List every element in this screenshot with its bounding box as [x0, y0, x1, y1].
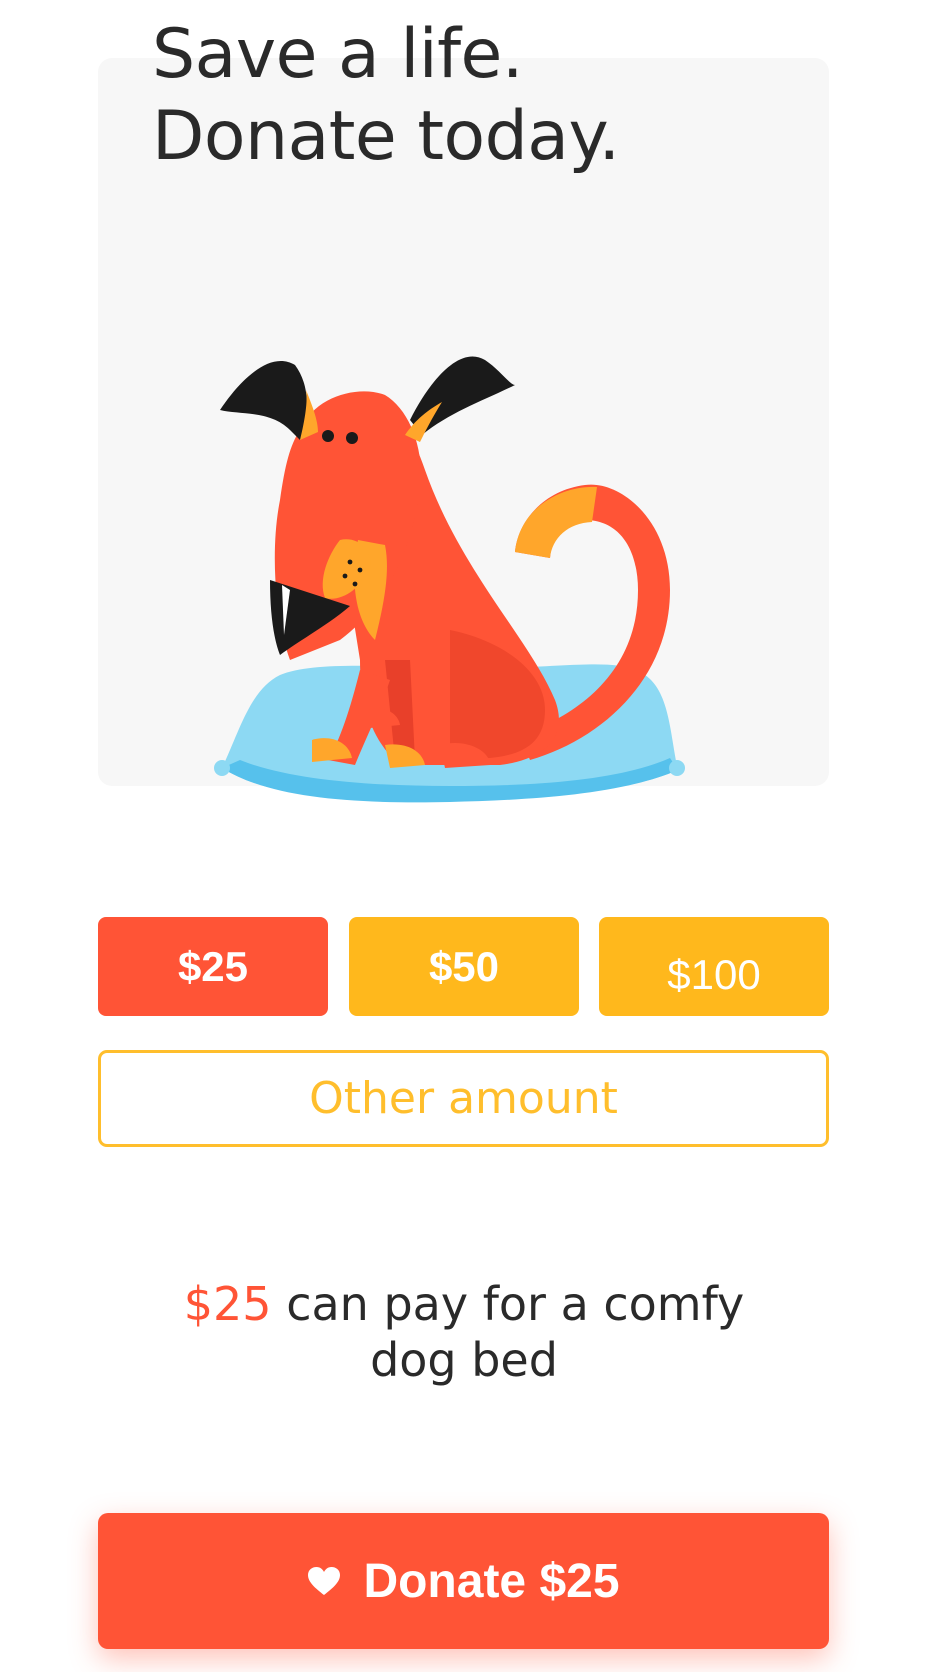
donate-label: Donate $25: [363, 1554, 620, 1608]
amount-50-button[interactable]: $50: [349, 917, 579, 1016]
donate-button[interactable]: Donate $25: [98, 1513, 829, 1649]
headline-line-2: Donate today.: [152, 97, 620, 176]
amount-25-button[interactable]: $25: [98, 917, 328, 1016]
impact-amount: $25: [183, 1277, 272, 1331]
dog-illustration: [214, 356, 685, 803]
impact-text: $25 can pay for a comfy dog bed: [160, 1276, 768, 1388]
impact-description: can pay for a comfy dog bed: [286, 1277, 745, 1387]
other-amount-button[interactable]: Other amount: [98, 1050, 829, 1147]
heart-icon: [308, 1567, 341, 1595]
amount-100-button[interactable]: $100: [599, 917, 829, 1016]
page-title: Save a life. Donate today.: [152, 14, 620, 178]
headline-line-1: Save a life.: [152, 15, 523, 94]
